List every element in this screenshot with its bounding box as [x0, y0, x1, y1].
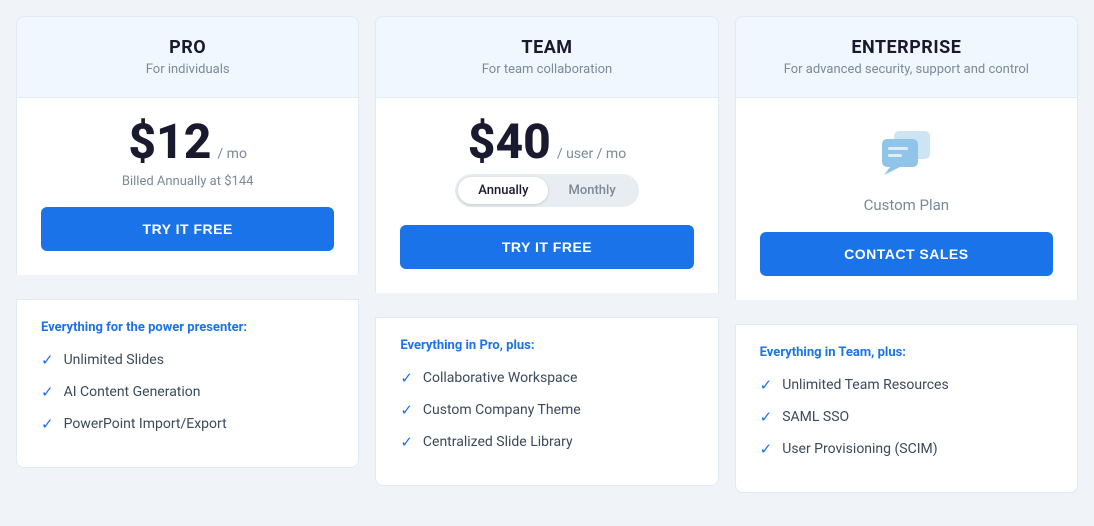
- team-toggle-container: Annually Monthly: [400, 174, 693, 207]
- enterprise-feature-2: ✓ SAML SSO: [760, 408, 1053, 426]
- pro-plan-column: PRO For individuals $12 / mo Billed Annu…: [16, 16, 359, 493]
- team-price-row: $40 / user / mo: [400, 118, 693, 166]
- enterprise-check-1: ✓: [760, 376, 773, 394]
- pricing-grid: PRO For individuals $12 / mo Billed Annu…: [16, 16, 1078, 493]
- pro-price-amount: $12: [128, 118, 211, 166]
- enterprise-feature-text-3: User Provisioning (SCIM): [782, 441, 937, 457]
- pro-plan-features: Everything for the power presenter: ✓ Un…: [16, 299, 359, 468]
- pro-feature-text-3: PowerPoint Import/Export: [64, 416, 227, 432]
- pro-feature-2: ✓ AI Content Generation: [41, 383, 334, 401]
- pro-price-row: $12 / mo: [41, 118, 334, 166]
- team-price-unit: / user / mo: [557, 146, 626, 162]
- team-feature-1: ✓ Collaborative Workspace: [400, 369, 693, 387]
- enterprise-cta-button[interactable]: CONTACT SALES: [760, 232, 1053, 276]
- team-plan-subtitle: For team collaboration: [392, 62, 701, 77]
- enterprise-feature-1: ✓ Unlimited Team Resources: [760, 376, 1053, 394]
- enterprise-features-heading: Everything in Team, plus:: [760, 345, 1053, 360]
- enterprise-plan-header: ENTERPRISE For advanced security, suppor…: [735, 16, 1078, 98]
- pro-price-unit: / mo: [217, 146, 247, 162]
- enterprise-plan-features: Everything in Team, plus: ✓ Unlimited Te…: [735, 324, 1078, 493]
- team-check-2: ✓: [400, 401, 413, 419]
- pro-cta-button[interactable]: TRY IT FREE: [41, 207, 334, 251]
- team-plan-name: TEAM: [392, 37, 701, 58]
- enterprise-custom-plan-label: Custom Plan: [760, 196, 1053, 214]
- enterprise-check-3: ✓: [760, 440, 773, 458]
- billing-toggle[interactable]: Annually Monthly: [455, 174, 638, 207]
- enterprise-plan-pricing: Custom Plan CONTACT SALES: [735, 98, 1078, 300]
- team-feature-text-1: Collaborative Workspace: [423, 370, 578, 386]
- pro-check-3: ✓: [41, 415, 54, 433]
- team-feature-text-2: Custom Company Theme: [423, 402, 581, 418]
- team-plan-column: TEAM For team collaboration $40 / user /…: [375, 16, 718, 493]
- team-check-3: ✓: [400, 433, 413, 451]
- enterprise-feature-text-2: SAML SSO: [782, 409, 849, 425]
- team-plan-features: Everything in Pro, plus: ✓ Collaborative…: [375, 317, 718, 486]
- pro-check-2: ✓: [41, 383, 54, 401]
- team-cta-button[interactable]: TRY IT FREE: [400, 225, 693, 269]
- pro-feature-text-2: AI Content Generation: [64, 384, 201, 400]
- team-feature-3: ✓ Centralized Slide Library: [400, 433, 693, 451]
- pro-check-1: ✓: [41, 351, 54, 369]
- team-check-1: ✓: [400, 369, 413, 387]
- enterprise-chat-icon: [874, 121, 938, 185]
- pro-plan-subtitle: For individuals: [33, 62, 342, 77]
- pro-billed-note: Billed Annually at $144: [41, 174, 334, 189]
- team-plan-header: TEAM For team collaboration: [375, 16, 718, 98]
- team-feature-2: ✓ Custom Company Theme: [400, 401, 693, 419]
- team-feature-text-3: Centralized Slide Library: [423, 434, 573, 450]
- enterprise-icon-container: [760, 118, 1053, 188]
- enterprise-check-2: ✓: [760, 408, 773, 426]
- enterprise-plan-column: ENTERPRISE For advanced security, suppor…: [735, 16, 1078, 493]
- team-plan-pricing: $40 / user / mo Annually Monthly TRY IT …: [375, 98, 718, 293]
- enterprise-plan-subtitle: For advanced security, support and contr…: [752, 62, 1061, 77]
- toggle-annually[interactable]: Annually: [458, 177, 548, 204]
- enterprise-feature-3: ✓ User Provisioning (SCIM): [760, 440, 1053, 458]
- team-features-heading: Everything in Pro, plus:: [400, 338, 693, 353]
- pro-feature-text-1: Unlimited Slides: [64, 352, 164, 368]
- pro-plan-pricing: $12 / mo Billed Annually at $144 TRY IT …: [16, 98, 359, 275]
- pro-feature-3: ✓ PowerPoint Import/Export: [41, 415, 334, 433]
- pro-plan-name: PRO: [33, 37, 342, 58]
- enterprise-feature-text-1: Unlimited Team Resources: [782, 377, 948, 393]
- pro-plan-header: PRO For individuals: [16, 16, 359, 98]
- toggle-monthly[interactable]: Monthly: [548, 177, 635, 204]
- enterprise-plan-name: ENTERPRISE: [752, 37, 1061, 58]
- pro-feature-1: ✓ Unlimited Slides: [41, 351, 334, 369]
- pro-features-heading: Everything for the power presenter:: [41, 320, 334, 335]
- team-price-amount: $40: [468, 118, 551, 166]
